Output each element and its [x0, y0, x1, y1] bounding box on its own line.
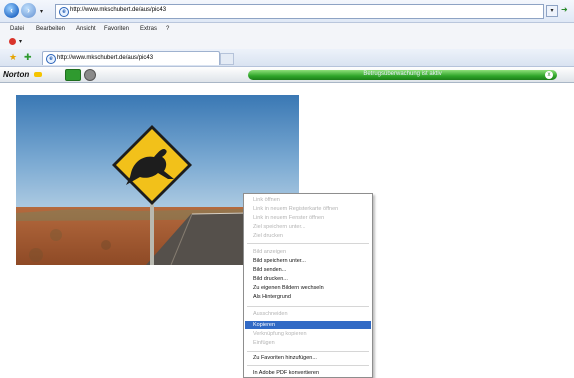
norton-check-mark-icon — [34, 72, 42, 77]
back-arrow-icon[interactable]: ‹ — [4, 3, 19, 18]
norton-settings-icon[interactable] — [84, 69, 96, 81]
menu-item-show-image[interactable]: Bild anzeigen — [245, 248, 371, 256]
address-bar-row: ‹ › ▾ e http://www.mkschubert.de/aus/pic… — [0, 0, 574, 23]
tab-bar: ★ ✚ e http://www.mkschubert.de/aus/pic43 — [0, 49, 574, 67]
menu-item-paste[interactable]: Einfügen — [245, 339, 371, 347]
menu-item-copy[interactable]: Kopieren — [245, 321, 371, 329]
add-on-dropdown-icon[interactable]: ▾ — [19, 38, 22, 45]
norton-close-icon[interactable]: x — [545, 71, 553, 79]
menu-item-set-as-background[interactable]: Als Hintergrund — [245, 293, 371, 301]
menu-separator — [247, 351, 369, 352]
go-icon[interactable]: ➜ — [561, 5, 568, 14]
menu-item-add-to-favorites[interactable]: Zu Favoriten hinzufügen... — [245, 354, 371, 362]
new-tab-button[interactable] — [220, 53, 234, 65]
norton-status-text: Betrugsüberwachung ist aktiv — [363, 71, 442, 77]
menu-bar: Datei Bearbeiten Ansicht Favoriten Extra… — [0, 23, 574, 35]
menu-separator — [247, 365, 369, 366]
norton-status-bar[interactable]: Betrugsüberwachung ist aktiv x — [248, 70, 557, 80]
menu-item-open-link-new-window[interactable]: Link in neuem Fenster öffnen — [245, 214, 371, 222]
menu-help[interactable]: ? — [166, 26, 169, 32]
toolbar-row: ▾ — [0, 35, 574, 49]
favorites-star-icon[interactable]: ★ — [9, 52, 17, 63]
add-on-icon[interactable] — [9, 38, 16, 45]
address-url: http://www.mkschubert.de/aus/pic43 — [70, 7, 167, 13]
menu-item-copy-shortcut[interactable]: Verknüpfung kopieren — [245, 330, 371, 338]
menu-item-open-link[interactable]: Link öffnen — [245, 196, 371, 204]
menu-separator — [247, 243, 369, 244]
tab-current-page[interactable]: e http://www.mkschubert.de/aus/pic43 — [42, 51, 220, 65]
menu-item-cut[interactable]: Ausschneiden — [245, 310, 371, 318]
history-dropdown-icon[interactable]: ▾ — [40, 8, 43, 15]
tab-title: http://www.mkschubert.de/aus/pic43 — [57, 55, 154, 61]
menu-item-save-image[interactable]: Bild speichern unter... — [245, 257, 371, 265]
tab-page-icon: e — [46, 54, 56, 64]
page-icon: e — [59, 7, 69, 17]
menu-item-go-to-my-pictures[interactable]: Zu eigenen Bildern wechseln — [245, 284, 371, 292]
forward-arrow-icon[interactable]: › — [21, 3, 36, 18]
norton-logo: Norton — [3, 70, 30, 79]
menu-ansicht[interactable]: Ansicht — [76, 26, 96, 32]
menu-datei[interactable]: Datei — [10, 26, 24, 32]
menu-item-print-image[interactable]: Bild drucken... — [245, 275, 371, 283]
menu-bearbeiten[interactable]: Bearbeiten — [36, 26, 65, 32]
address-dropdown-icon[interactable]: ▾ — [546, 5, 558, 17]
menu-favoriten[interactable]: Favoriten — [104, 26, 129, 32]
menu-extras[interactable]: Extras — [140, 26, 157, 32]
context-menu: Link öffnen Link in neuem Registerkarte … — [243, 193, 373, 378]
menu-item-open-link-new-tab[interactable]: Link in neuem Registerkarte öffnen — [245, 205, 371, 213]
menu-item-send-image[interactable]: Bild senden... — [245, 266, 371, 274]
address-field[interactable]: e http://www.mkschubert.de/aus/pic43 — [55, 4, 544, 19]
menu-item-save-target[interactable]: Ziel speichern unter... — [245, 223, 371, 231]
menu-item-print-target[interactable]: Ziel drucken — [245, 232, 371, 240]
add-favorite-icon[interactable]: ✚ — [24, 52, 32, 63]
norton-card-icon[interactable] — [65, 69, 81, 81]
menu-separator — [247, 306, 369, 307]
norton-toolbar: Norton Betrugsüberwachung ist aktiv x — [0, 67, 574, 83]
